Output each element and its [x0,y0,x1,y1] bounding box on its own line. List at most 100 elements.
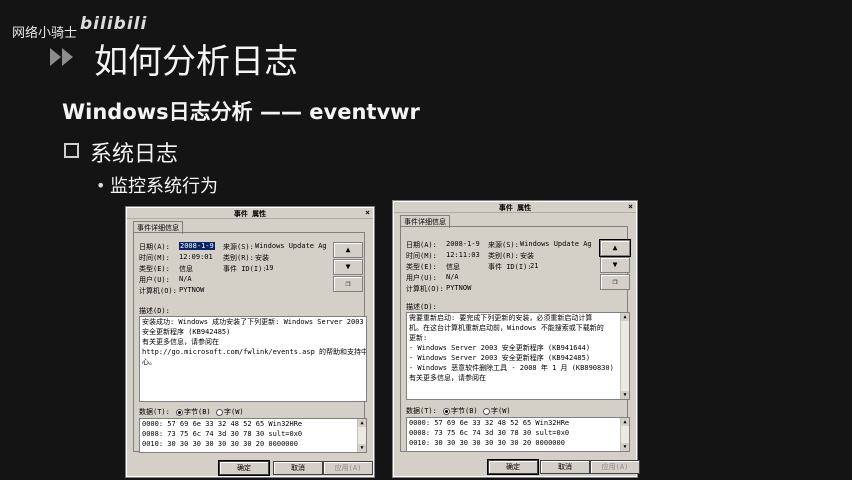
copy-icon: ❐ [345,279,351,288]
square-bullet-icon [64,143,79,158]
computer-label: 计算机(O): [406,285,444,293]
radio-icon [216,408,223,416]
section-heading: 系统日志 [90,142,179,167]
close-icon[interactable]: × [365,208,370,217]
bilibili-logo: bilibili [80,14,148,34]
radio-icon [483,407,490,415]
user-label: 用户(U): [139,276,170,284]
computer-value: PYTNOW [179,286,205,294]
scroll-down-icon[interactable]: ▼ [358,444,366,452]
scroll-up-icon[interactable]: ▲ [621,313,629,321]
data-scrollbar[interactable]: ▲ ▼ [357,419,366,452]
type-label: 类型(E): [139,265,170,273]
arrow-up-icon: ▲ [345,245,351,254]
radio-selected-icon [443,407,450,415]
type-value: 信息 [446,263,460,271]
words-radio[interactable]: 字(W) [482,406,511,416]
date-label: 日期(A): [406,241,437,249]
event-properties-dialog-2: 事件 属性 × 事件详细信息 日期(A): 2008-1-9 来源(S): Wi… [392,200,640,478]
cancel-button[interactable]: 取消 [540,460,590,474]
data-label: 数据(T): [406,407,437,415]
description-label: 描述(D): [139,307,170,315]
computer-value: PYTNOW [446,284,472,292]
data-line: 0000: 57 69 6e 33 32 48 52 65 Win32HRe [409,419,570,427]
next-event-button[interactable]: ▼ [333,259,363,275]
data-box[interactable]: 0000: 57 69 6e 33 32 48 52 65 Win32HRe 0… [406,417,630,452]
description-box[interactable]: 需要重新启动: 要完成下列更新的安装，必须重新启动计算 机。在这台计算机重新启动… [406,312,630,400]
description-line: http://go.microsoft.com/fwlink/events.as… [142,348,367,356]
ok-button[interactable]: 确定 [487,459,539,475]
data-line: 0010: 30 30 30 30 30 30 30 20 0000000 [409,439,565,447]
category-label: 类别(R): [488,252,519,260]
double-arrow-icon [50,48,73,66]
type-value: 信息 [179,265,193,273]
time-label: 时间(M): [406,252,437,260]
close-icon[interactable]: × [628,202,633,211]
date-label: 日期(A): [139,243,170,251]
data-line: 0000: 57 69 6e 33 32 48 52 65 Win32HRe [142,420,303,428]
event-id-value: 21 [530,262,539,270]
cancel-button[interactable]: 取消 [273,461,323,475]
watermark-text: 网络小骑士 [12,26,78,41]
scroll-down-icon[interactable]: ▼ [621,443,629,451]
arrow-down-icon: ▼ [612,260,618,269]
description-line: 心。 [142,358,156,366]
dialog-titlebar: 事件 属性 × [394,202,636,213]
event-properties-dialog-1: 事件 属性 × 事件详细信息 日期(A): 2008-1-9 来源(S): Wi… [125,206,375,478]
source-label: 来源(S): [223,243,254,251]
data-label: 数据(T): [139,408,170,416]
description-line: - Windows Server 2003 安全更新程序 (KB942485) [409,354,591,362]
apply-button[interactable]: 应用(A) [323,461,373,475]
description-label: 描述(D): [406,303,437,311]
copy-button[interactable]: ❐ [600,274,630,290]
page-title: 如何分析日志 [94,42,298,82]
source-label: 来源(S): [488,241,519,249]
radio-selected-icon [176,408,183,416]
data-line: 0008: 73 75 6c 74 3d 30 78 30 sult=0x0 [142,430,303,438]
words-radio[interactable]: 字(W) [215,407,244,417]
data-box[interactable]: 0000: 57 69 6e 33 32 48 52 65 Win32HRe 0… [139,418,367,453]
description-line: 机。在这台计算机重新启动前，Windows 不能搜索或下载新的 [409,324,604,332]
previous-event-button[interactable]: ▲ [333,242,363,258]
dot-bullet-icon: • [96,176,106,195]
description-line: 更新: [409,334,428,342]
scroll-up-icon[interactable]: ▲ [358,419,366,427]
ok-button[interactable]: 确定 [218,460,270,476]
date-value[interactable]: 2008-1-9 [179,242,215,250]
event-id-label: 事件 ID(I): [488,263,532,271]
description-line: - Windows Server 2003 安全更新程序 (KB941644) [409,344,591,352]
description-box[interactable]: 安装成功: Windows 成功安装了下列更新: Windows Server … [139,316,367,402]
computer-label: 计算机(O): [139,287,177,295]
time-label: 时间(M): [139,254,170,262]
date-value: 2008-1-9 [446,240,480,248]
dialog-title: 事件 属性 [233,210,267,218]
description-line: 需要重新启动: 要完成下列更新的安装，必须重新启动计算 [409,314,593,322]
next-event-button[interactable]: ▼ [600,257,630,273]
data-scrollbar[interactable]: ▲ ▼ [620,418,629,451]
copy-icon: ❐ [612,277,618,286]
bytes-radio[interactable]: 字节(B) [175,407,211,417]
dialog-title: 事件 属性 [498,204,532,212]
time-value: 12:11:03 [446,251,480,259]
bytes-radio[interactable]: 字节(B) [442,406,478,416]
source-value: Windows Update Ag [520,240,592,248]
description-scrollbar[interactable]: ▲ ▼ [620,313,629,399]
description-line: 安装成功: Windows 成功安装了下列更新: Windows Server … [142,318,364,326]
page-subtitle: Windows日志分析 —— eventvwr [62,100,420,124]
apply-button[interactable]: 应用(A) [590,460,640,474]
type-label: 类型(E): [406,263,437,271]
user-value: N/A [179,275,192,283]
data-line: 0010: 30 30 30 30 30 30 30 20 0000000 [142,440,298,448]
previous-event-button[interactable]: ▲ [599,239,631,257]
event-id-label: 事件 ID(I): [223,265,267,273]
user-value: N/A [446,273,459,281]
copy-button[interactable]: ❐ [333,276,363,292]
description-line: 有关更多信息，请参阅在 [142,338,219,346]
category-value: 安装 [255,254,269,262]
category-label: 类别(R): [223,254,254,262]
description-line: 安全更新程序 (KB942485) [142,328,231,336]
description-line: 有关更多信息，请参阅在 [409,374,486,382]
arrow-up-icon: ▲ [612,243,618,252]
scroll-down-icon[interactable]: ▼ [621,391,629,399]
scroll-up-icon[interactable]: ▲ [621,418,629,426]
